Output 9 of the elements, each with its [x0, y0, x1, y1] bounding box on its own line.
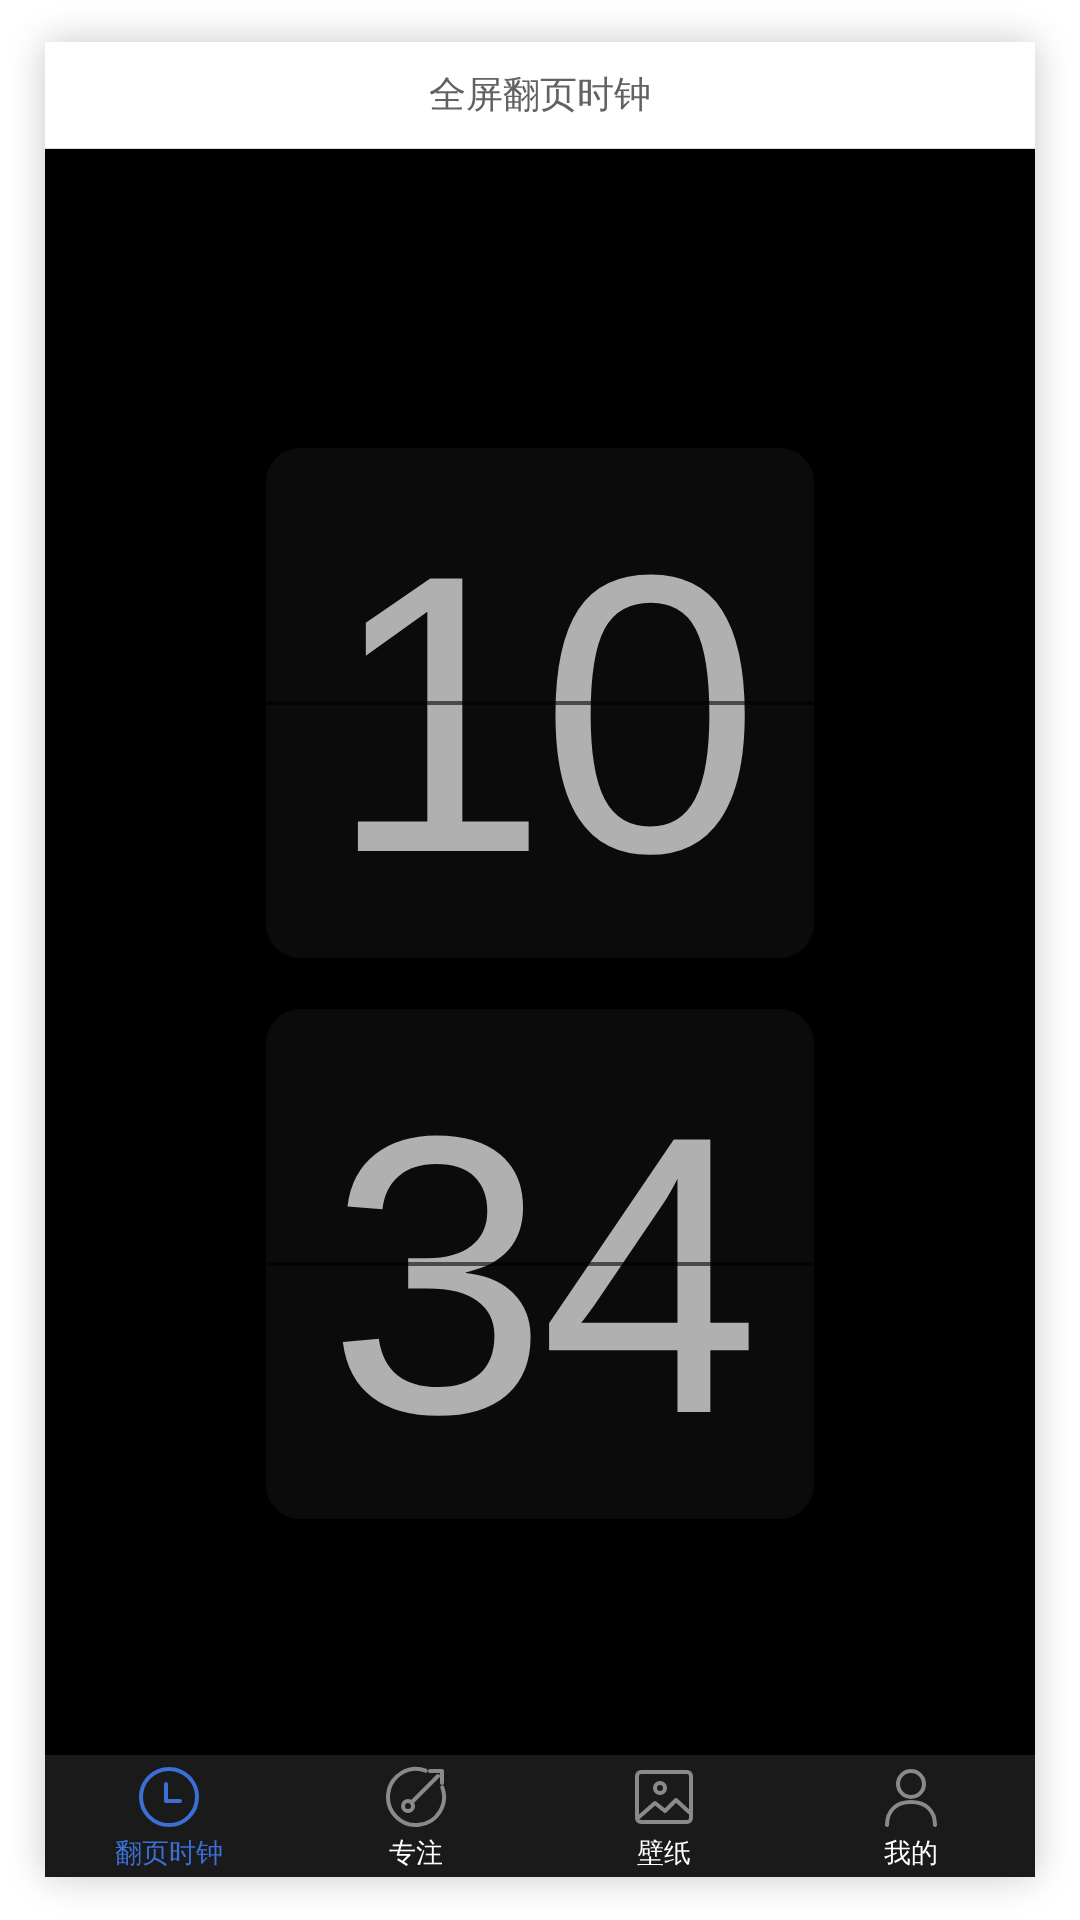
clock-digits: 10	[327, 516, 753, 912]
tab-item[interactable]: 专注	[292, 1755, 540, 1877]
page-title: 全屏翻页时钟	[429, 72, 651, 118]
clock-icon	[136, 1765, 201, 1829]
tab-item[interactable]: 翻页时钟	[45, 1755, 293, 1877]
clock-digits: 34	[327, 1077, 753, 1473]
dart-target-icon	[384, 1765, 449, 1829]
tab-item[interactable]: 壁纸	[540, 1755, 788, 1877]
tab-item[interactable]: 我的	[787, 1755, 1035, 1877]
